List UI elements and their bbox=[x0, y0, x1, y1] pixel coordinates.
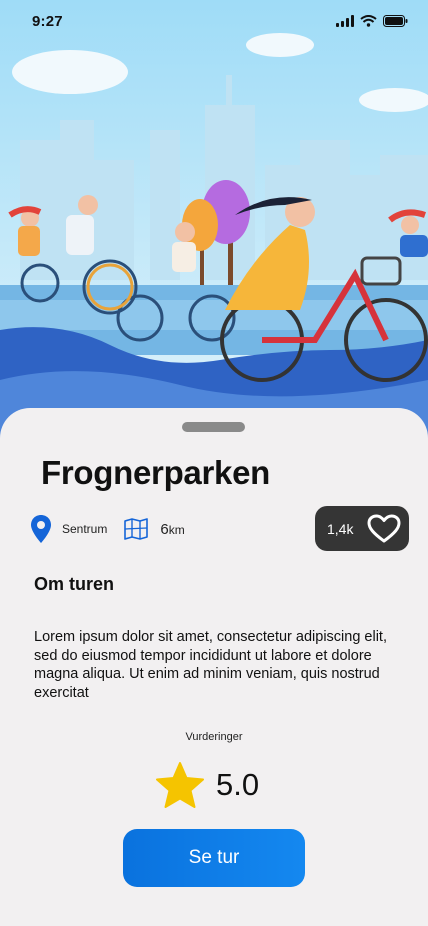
status-bar: 9:27 bbox=[0, 0, 428, 44]
map-pin-icon bbox=[31, 515, 51, 543]
about-heading: Om turen bbox=[34, 574, 115, 594]
sheet-drag-handle[interactable] bbox=[182, 422, 245, 432]
see-trip-button[interactable]: Se tur bbox=[123, 829, 305, 887]
hero-illustration bbox=[0, 0, 428, 460]
battery-icon bbox=[383, 15, 408, 27]
status-icons bbox=[336, 15, 408, 27]
distance-label: 6km bbox=[160, 520, 185, 538]
heart-icon bbox=[367, 514, 401, 542]
cellular-signal-icon bbox=[336, 15, 354, 27]
ratings-label: Vurderinger bbox=[185, 731, 243, 743]
location-label: Sentrum bbox=[62, 522, 108, 536]
status-time: 9:27 bbox=[32, 13, 63, 30]
star-icon bbox=[156, 762, 204, 808]
like-count: 1,4k bbox=[327, 520, 354, 537]
about-description: Lorem ipsum dolor sit amet, consectetur … bbox=[34, 629, 387, 701]
rating-score: 5.0 bbox=[216, 767, 260, 802]
map-icon bbox=[124, 518, 149, 540]
place-title: Frognerparken bbox=[41, 454, 270, 491]
city-cycling-illustration bbox=[0, 0, 428, 460]
wifi-icon bbox=[360, 15, 377, 27]
place-meta: Sentrum 6km bbox=[30, 514, 185, 544]
rating-display: 5.0 bbox=[155, 761, 259, 809]
detail-sheet: Frognerparken Sentrum 6km 1,4k Om turen … bbox=[0, 408, 428, 926]
like-button[interactable]: 1,4k bbox=[315, 506, 409, 551]
